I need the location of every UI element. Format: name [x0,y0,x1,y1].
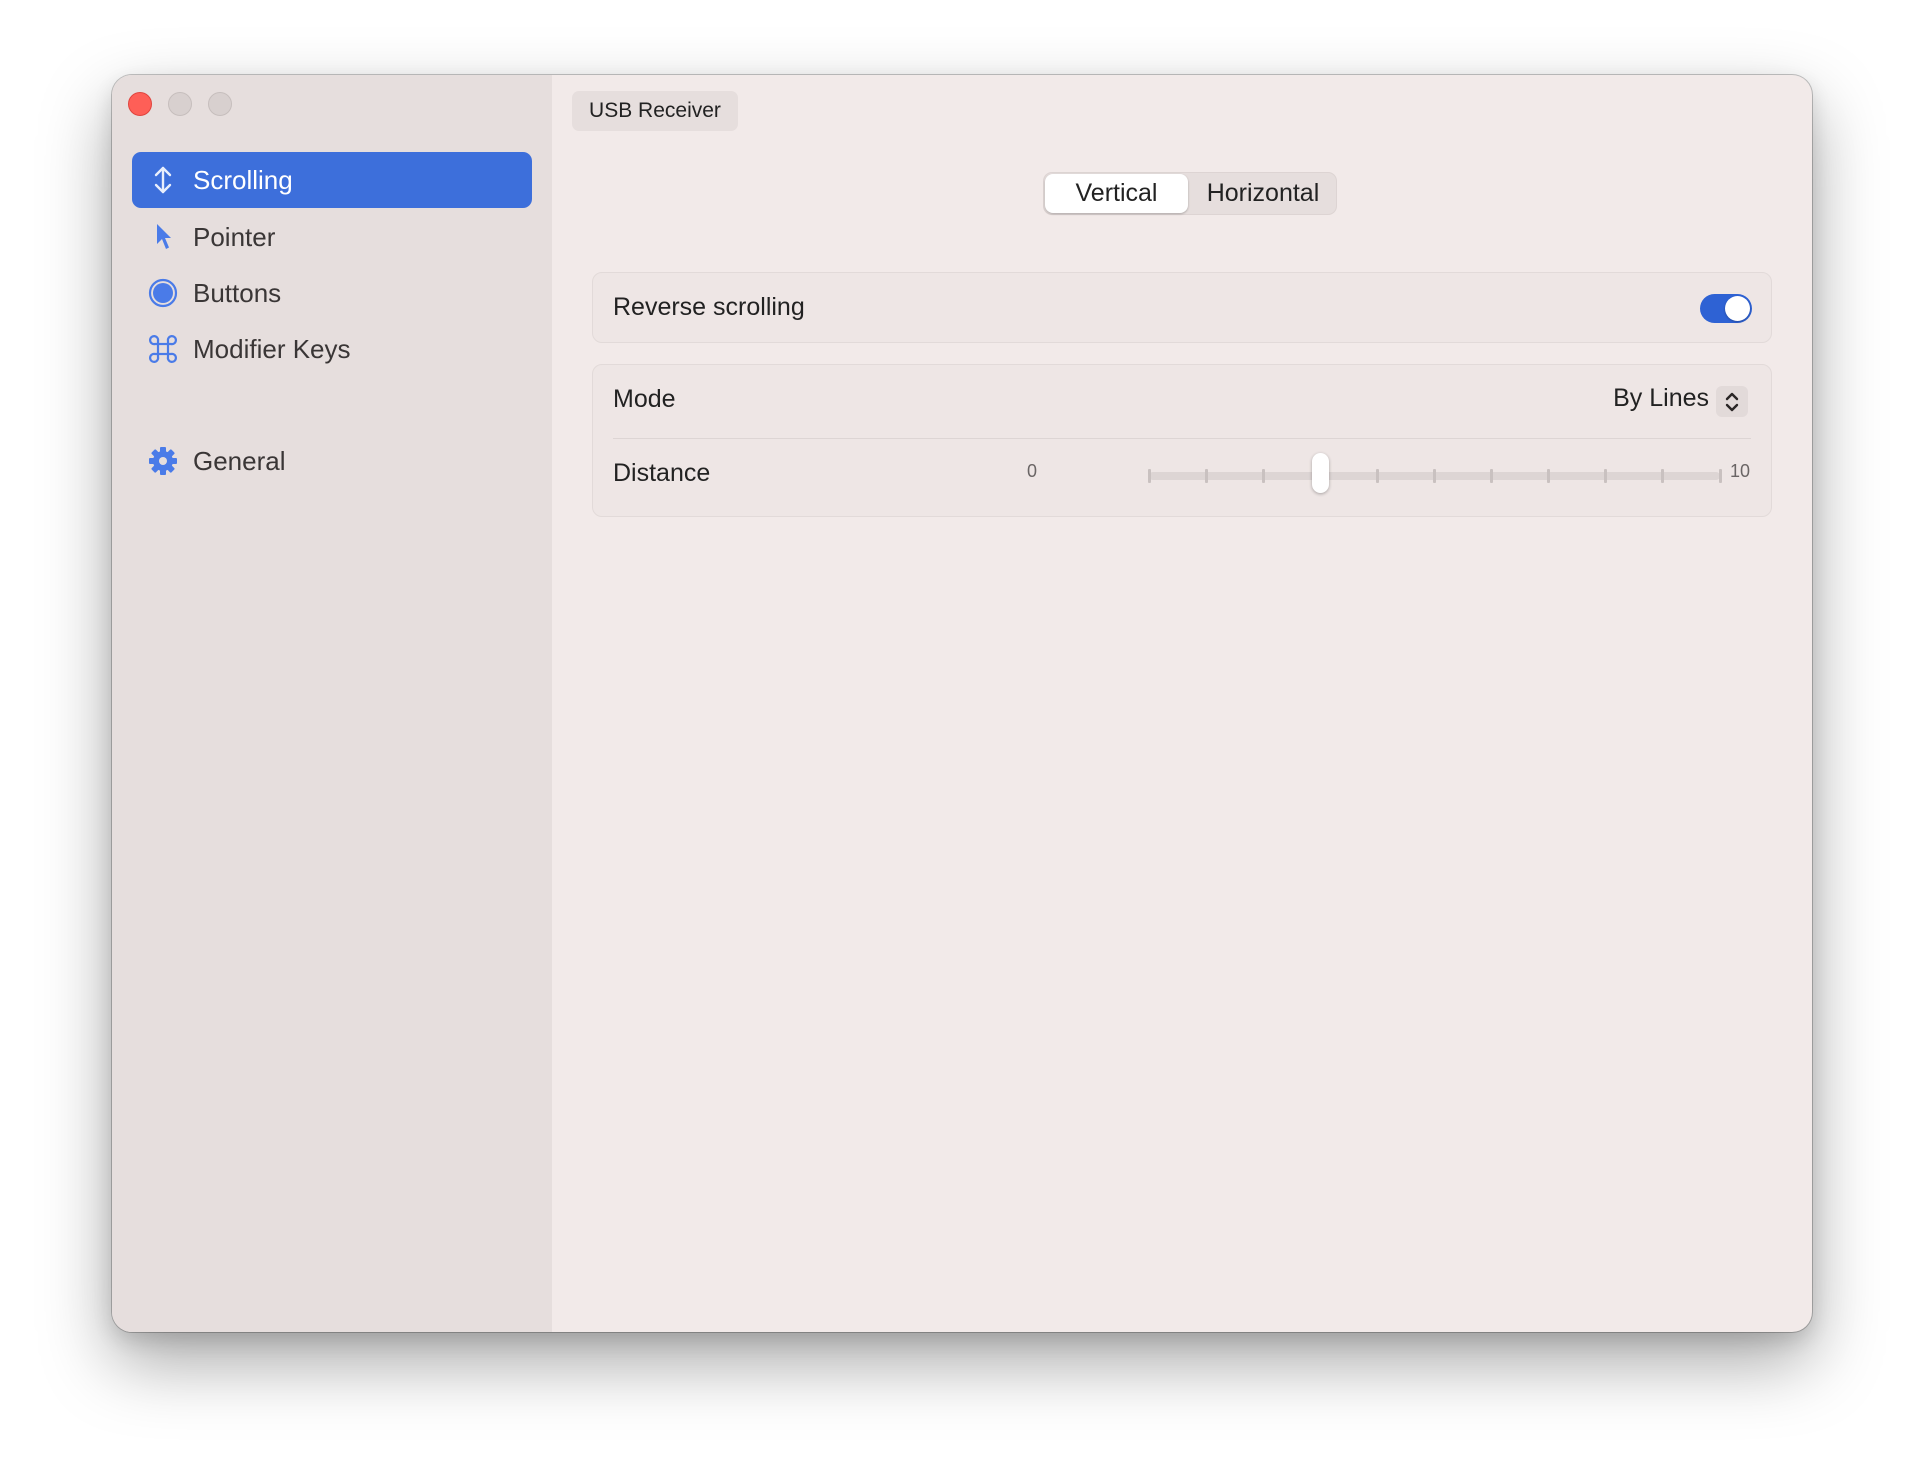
chevron-up-down-icon [1725,392,1739,411]
sidebar-item-label: Pointer [193,221,276,252]
slider-thumb[interactable] [1311,453,1329,493]
direction-segmented-control: Vertical Horizontal [1043,172,1337,215]
sidebar-item-label: Scrolling [193,164,293,195]
sidebar-item-label: General [193,445,286,476]
mode-popup-button[interactable] [1716,386,1748,417]
sidebar-item-label: Modifier Keys [193,333,351,364]
minimize-button[interactable] [168,92,192,116]
sidebar-item-label: Buttons [193,277,282,308]
sidebar-item-pointer[interactable]: Pointer [132,209,532,265]
app-window: Scrolling Pointer Buttons Modifier Keys [112,75,1812,1332]
slider-max-label: 10 [1730,461,1751,481]
reverse-scrolling-toggle[interactable] [1700,294,1752,323]
sidebar-item-scrolling[interactable]: Scrolling [132,152,532,208]
gear-icon [148,446,178,476]
command-key-icon [148,334,178,364]
row-divider [613,438,1751,439]
slider-tick [1661,469,1665,483]
slider-tick [1718,469,1722,483]
slider-tick [1147,469,1151,483]
reverse-scrolling-card: Reverse scrolling [592,272,1772,343]
circle-button-icon [148,278,178,308]
slider-tick [1375,469,1379,483]
sidebar-item-buttons[interactable]: Buttons [132,265,532,321]
sidebar-item-modifier-keys[interactable]: Modifier Keys [132,321,532,377]
slider-min-label: 0 [1027,461,1038,481]
toggle-knob [1725,296,1750,321]
slider-tick [1261,469,1265,483]
maximize-button[interactable] [208,92,232,116]
device-name-chip[interactable]: USB Receiver [572,91,738,131]
mode-popup-value[interactable]: By Lines [1613,384,1709,413]
close-button[interactable] [128,92,152,116]
sidebar-item-general[interactable]: General [132,433,532,489]
mode-distance-card: Mode By Lines Distance 0 10 [592,364,1772,517]
slider-tick [1204,469,1208,483]
segment-horizontal[interactable]: Horizontal [1190,174,1336,213]
vertical-arrows-icon [148,165,178,195]
slider-tick [1604,469,1608,483]
distance-label: Distance [613,459,711,487]
slider-tick [1547,469,1551,483]
pointer-arrow-icon [148,222,178,252]
segment-vertical[interactable]: Vertical [1045,174,1188,213]
mode-label: Mode [613,385,676,413]
distance-slider[interactable] [1147,453,1722,493]
slider-tick [1433,469,1436,483]
reverse-scrolling-label: Reverse scrolling [613,293,805,321]
sidebar: Scrolling Pointer Buttons Modifier Keys [112,75,552,1332]
slider-tick [1490,469,1494,483]
